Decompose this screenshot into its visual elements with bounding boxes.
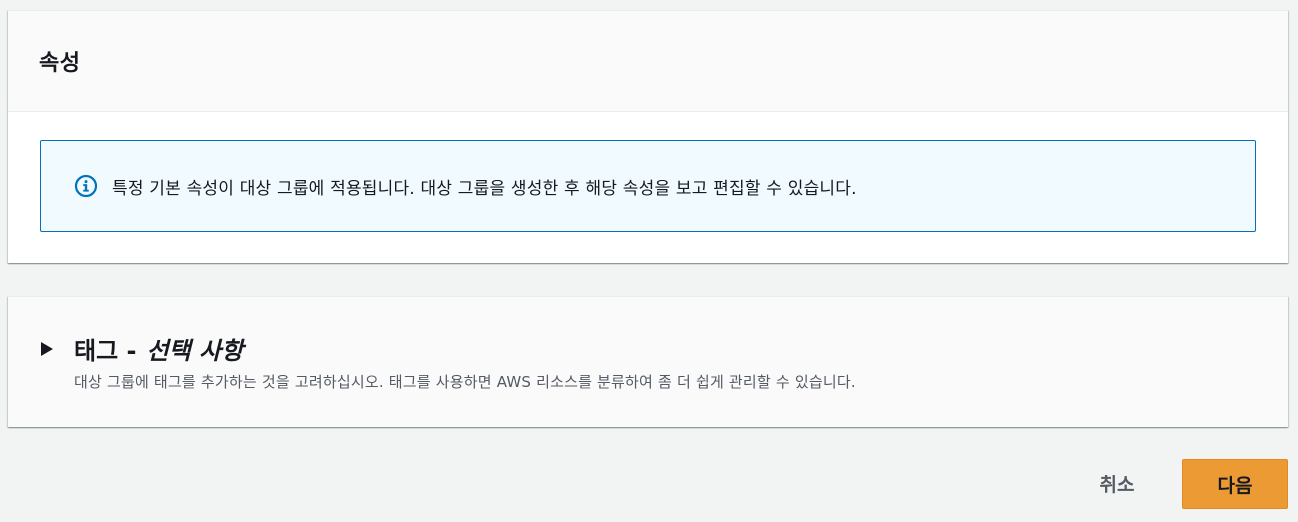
attributes-header: 속성 xyxy=(8,11,1288,112)
tags-expander[interactable]: 태그 - 선택 사항 xyxy=(40,331,243,366)
tags-optional-label[interactable]: 선택 사항 xyxy=(146,331,243,366)
tags-panel: 태그 - 선택 사항 대상 그룹에 태그를 추가하는 것을 고려하십시오. 태그… xyxy=(8,296,1288,427)
tags-title[interactable]: 태그 - xyxy=(74,331,136,366)
attributes-panel: 속성 특정 기본 속성이 대상 그룹에 적용됩니다. 대상 그룹을 생성한 후 … xyxy=(8,10,1288,263)
next-button[interactable]: 다음 xyxy=(1182,459,1288,509)
tags-description: 대상 그룹에 태그를 추가하는 것을 고려하십시오. 태그를 사용하면 AWS … xyxy=(74,373,856,391)
info-icon xyxy=(74,174,98,198)
cancel-button[interactable]: 취소 xyxy=(1082,459,1152,507)
info-text: 특정 기본 속성이 대상 그룹에 적용됩니다. 대상 그룹을 생성한 후 해당 … xyxy=(112,178,857,199)
info-alert: 특정 기본 속성이 대상 그룹에 적용됩니다. 대상 그룹을 생성한 후 해당 … xyxy=(40,140,1256,232)
caret-right-icon[interactable] xyxy=(40,341,54,356)
attributes-title: 속성 xyxy=(39,51,81,76)
